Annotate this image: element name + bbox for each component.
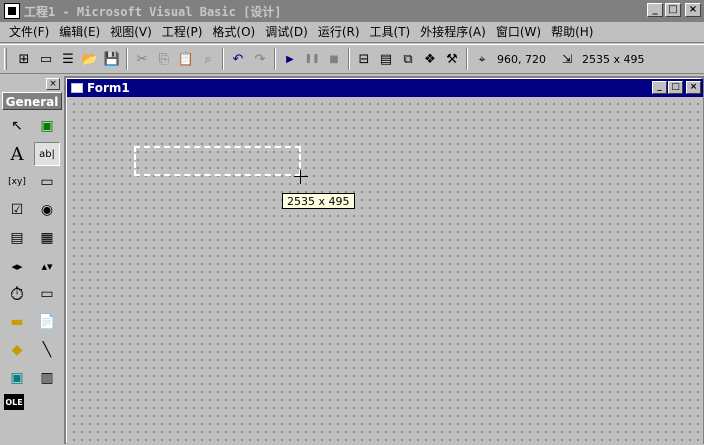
stop-icon[interactable]: ■ <box>323 48 345 70</box>
shape-tool-icon[interactable]: ◆ <box>4 338 30 362</box>
paste-icon[interactable]: 📋 <box>175 48 197 70</box>
open-project-icon[interactable]: 📂 <box>79 48 101 70</box>
combobox-tool-icon[interactable]: ▤ <box>4 226 30 250</box>
pause-icon[interactable]: ❚❚ <box>301 48 323 70</box>
toolbar-separator <box>126 48 128 70</box>
standard-toolbar: ⊞ ▭ ☰ 📂 💾 ✂ ⎘ 📋 ⌕ ↶ ↷ ▶ ❚❚ ■ ⊟ ▤ ⧉ ❖ ⚒ ⌖… <box>0 44 704 74</box>
hscrollbar-tool-icon[interactable]: ◂▸ <box>4 254 30 278</box>
dirlistbox-tool-icon[interactable]: ▬ <box>4 310 30 334</box>
form-icon[interactable] <box>71 83 83 93</box>
add-form-icon[interactable]: ▭ <box>35 48 57 70</box>
menu-addins[interactable]: 外接程序(A) <box>415 23 491 42</box>
menu-bar: 文件(F) 编辑(E) 视图(V) 工程(P) 格式(O) 调试(D) 运行(R… <box>0 22 704 43</box>
drivelistbox-tool-icon[interactable]: ▭ <box>34 282 60 306</box>
menu-debug[interactable]: 调试(D) <box>260 23 313 42</box>
form-maximize-button[interactable]: □ <box>668 81 683 94</box>
filelistbox-tool-icon[interactable]: 📄 <box>34 310 60 334</box>
menu-view[interactable]: 视图(V) <box>105 23 157 42</box>
form-title: Form1 <box>87 81 130 95</box>
toolbar-separator <box>466 48 468 70</box>
data-tool-icon[interactable]: ▥ <box>34 366 60 390</box>
menu-run[interactable]: 运行(R) <box>313 23 365 42</box>
crosshair-cursor-icon <box>294 170 308 184</box>
undo-icon[interactable]: ↶ <box>227 48 249 70</box>
textbox-tool-icon[interactable]: ab| <box>34 142 60 166</box>
form-title-bar[interactable]: Form1 _ □ × <box>67 79 703 97</box>
picturebox-tool-icon[interactable]: ▣ <box>34 114 60 138</box>
form-close-button[interactable]: × <box>686 81 701 94</box>
pointer-tool-icon[interactable]: ↖ <box>4 114 30 138</box>
label-tool-icon[interactable]: A <box>4 142 30 166</box>
minimize-button[interactable]: _ <box>647 3 663 17</box>
title-bar: 工程1 - Microsoft Visual Basic [设计] _ □ × <box>0 0 704 22</box>
cut-icon[interactable]: ✂ <box>131 48 153 70</box>
vb-app-icon[interactable] <box>4 3 20 19</box>
menu-format[interactable]: 格式(O) <box>207 23 260 42</box>
window-title: 工程1 - Microsoft Visual Basic [设计] <box>24 4 282 19</box>
vscrollbar-tool-icon[interactable]: ▴▾ <box>34 254 60 278</box>
optionbutton-tool-icon[interactable]: ◉ <box>34 198 60 222</box>
start-icon[interactable]: ▶ <box>279 48 301 70</box>
object-browser-icon[interactable]: ❖ <box>419 48 441 70</box>
ole-tool-icon[interactable]: OLE <box>4 394 24 410</box>
timer-tool-icon[interactable]: ⏱ <box>4 282 30 306</box>
form-window-controls: _ □ × <box>652 81 701 94</box>
menu-edit[interactable]: 编辑(E) <box>54 23 105 42</box>
position-icon: ⌖ <box>478 51 486 66</box>
image-tool-icon[interactable]: ▣ <box>4 366 30 390</box>
size-icon: ⇲ <box>561 52 573 66</box>
size-readout: 2535 x 495 <box>581 52 645 66</box>
toolbox-tab-general[interactable]: General <box>2 92 62 110</box>
save-project-icon[interactable]: 💾 <box>101 48 123 70</box>
toolbox-tools: ↖ ▣ A ab| [xy] ▭ ☑ ◉ ▤ ▦ ◂▸ ▴▾ ⏱ ▭ ▬ 📄 ◆… <box>2 110 62 414</box>
menu-file[interactable]: 文件(F) <box>4 23 54 42</box>
menu-project[interactable]: 工程(P) <box>157 23 208 42</box>
form-designer-window: Form1 _ □ × <box>66 78 703 445</box>
properties-window-icon[interactable]: ▤ <box>375 48 397 70</box>
menu-help[interactable]: 帮助(H) <box>546 23 598 42</box>
toolbox-header: × <box>2 76 62 92</box>
find-icon[interactable]: ⌕ <box>197 48 219 70</box>
redo-icon[interactable]: ↷ <box>249 48 271 70</box>
form-minimize-button[interactable]: _ <box>652 81 667 94</box>
window-controls: _ □ × <box>647 3 701 17</box>
close-button[interactable]: × <box>685 3 701 17</box>
menu-editor-icon[interactable]: ☰ <box>57 48 79 70</box>
listbox-tool-icon[interactable]: ▦ <box>34 226 60 250</box>
project-explorer-icon[interactable]: ⊟ <box>353 48 375 70</box>
commandbutton-tool-icon[interactable]: ▭ <box>34 170 60 194</box>
toolbox-close-button[interactable]: × <box>46 78 60 90</box>
position-readout: 960, 720 <box>497 52 546 66</box>
form-layout-icon[interactable]: ⧉ <box>397 48 419 70</box>
toolbox-panel: × General ↖ ▣ A ab| [xy] ▭ ☑ ◉ ▤ ▦ ◂▸ ▴▾… <box>2 76 62 442</box>
checkbox-tool-icon[interactable]: ☑ <box>4 198 30 222</box>
toolbar-separator <box>348 48 350 70</box>
frame-tool-icon[interactable]: [xy] <box>4 170 30 194</box>
size-tooltip: 2535 x 495 <box>282 193 355 209</box>
line-tool-icon[interactable]: ╲ <box>34 338 60 362</box>
toolbar-separator <box>274 48 276 70</box>
menu-window[interactable]: 窗口(W) <box>491 23 546 42</box>
toolbar-separator <box>222 48 224 70</box>
toolbar-grip[interactable] <box>4 48 7 70</box>
maximize-button[interactable]: □ <box>665 3 681 17</box>
menu-tools[interactable]: 工具(T) <box>365 23 416 42</box>
toolbox-icon[interactable]: ⚒ <box>441 48 463 70</box>
new-control-selection-rect <box>134 146 301 176</box>
copy-icon[interactable]: ⎘ <box>153 48 175 70</box>
add-project-icon[interactable]: ⊞ <box>13 48 35 70</box>
